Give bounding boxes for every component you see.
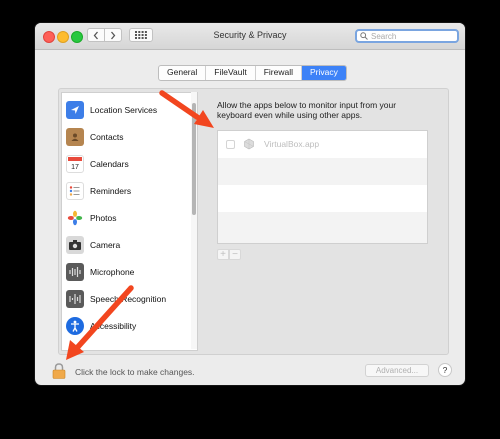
annotation-arrow-bottom (66, 285, 134, 360)
